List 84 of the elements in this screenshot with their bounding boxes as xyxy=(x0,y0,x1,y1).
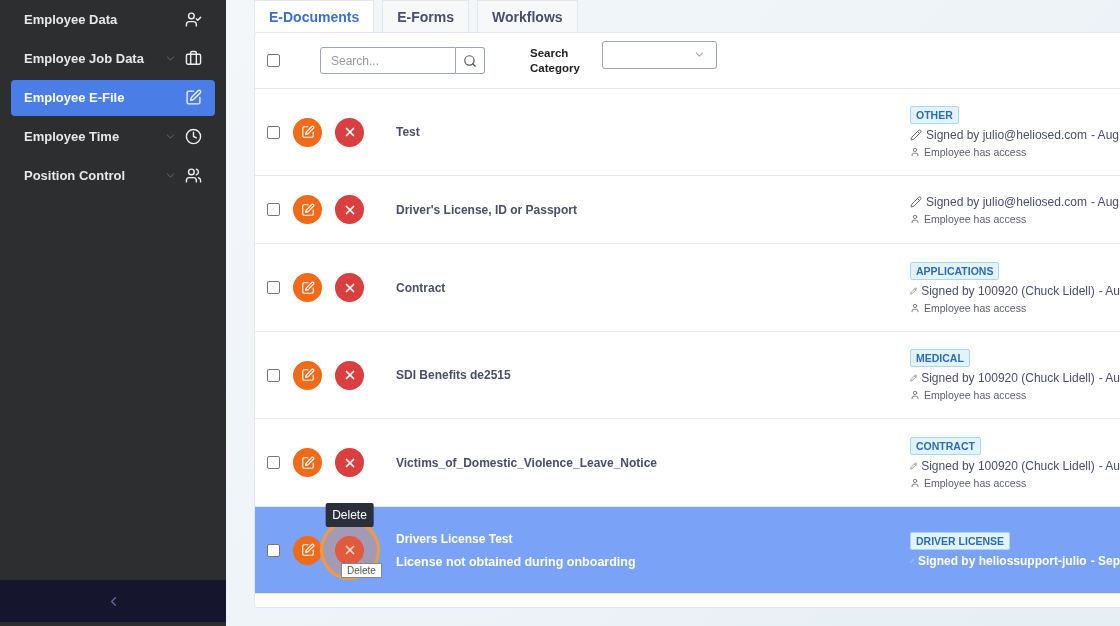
tab[interactable]: Workflows xyxy=(477,0,578,32)
access-text: Employee has access xyxy=(924,389,1027,401)
person-icon xyxy=(910,302,920,313)
edit-button[interactable] xyxy=(293,195,322,224)
date-text: - Au xyxy=(1098,371,1120,385)
access-text: Employee has access xyxy=(924,301,1027,314)
delete-button[interactable] xyxy=(335,117,364,147)
search-icon xyxy=(463,53,477,68)
delete-button[interactable] xyxy=(335,360,364,390)
category-tag: MEDICAL xyxy=(910,349,970,367)
date-text: - Aug xyxy=(1090,128,1119,142)
delete-button[interactable] xyxy=(335,448,364,477)
row-checkbox[interactable] xyxy=(267,368,280,382)
person-icon xyxy=(910,390,920,400)
signed-by-text: Signed by 100920 (Chuck Lidell) xyxy=(921,371,1095,385)
document-note: License not obtained during onboarding xyxy=(396,554,637,569)
document-title: Victims_of_Domestic_Violence_Leave_Notice xyxy=(396,455,659,470)
row-checkbox[interactable] xyxy=(267,203,280,216)
signed-by-text: Signed by 100920 (Chuck Lidell) xyxy=(921,283,1095,298)
date-text: - Aug xyxy=(1090,194,1119,209)
tooltip: Delete xyxy=(325,502,374,527)
delete-button[interactable] xyxy=(335,195,364,224)
access-text: Employee has access xyxy=(924,146,1027,158)
edit-icon xyxy=(300,543,315,557)
pencil-icon xyxy=(910,372,918,384)
pencil-icon xyxy=(910,195,922,208)
search-category-label: Search Category xyxy=(530,45,581,76)
nav-icon xyxy=(185,50,202,67)
edit-icon xyxy=(300,455,315,470)
row-checkbox[interactable] xyxy=(267,543,280,557)
nav-icon xyxy=(185,89,202,106)
edit-button[interactable] xyxy=(293,273,322,302)
tooltip-hint: Delete xyxy=(341,562,382,578)
document-title: Test xyxy=(396,125,421,139)
row-checkbox[interactable] xyxy=(267,125,280,139)
edit-icon xyxy=(300,202,315,217)
date-text: - Au xyxy=(1098,283,1120,298)
signed-by-text: Signed by julio@heliosed.com xyxy=(926,194,1087,209)
document-title: Drivers License Test xyxy=(396,531,514,546)
edit-button[interactable] xyxy=(293,535,322,565)
edit-icon xyxy=(300,368,315,382)
edit-icon xyxy=(300,125,315,139)
search-field[interactable]: Search... xyxy=(320,47,456,74)
nav-icon xyxy=(185,128,202,145)
row-checkbox[interactable] xyxy=(267,456,280,469)
delete-button[interactable] xyxy=(335,535,364,565)
person-icon xyxy=(910,147,920,157)
select-all-checkbox[interactable] xyxy=(267,54,280,67)
sidebar-item[interactable]: Employee E-File xyxy=(11,79,215,116)
tab[interactable]: E-Forms xyxy=(382,0,470,32)
sidebar-item[interactable]: Employee Data xyxy=(11,1,215,38)
pencil-icon xyxy=(910,459,918,472)
pencil-icon xyxy=(910,129,922,141)
pencil-icon xyxy=(910,284,918,297)
search-button[interactable] xyxy=(456,47,485,74)
document-title: SDI Benefits de2515 xyxy=(396,368,512,382)
row-checkbox[interactable] xyxy=(267,281,280,294)
category-tag: CONTRACT xyxy=(910,436,981,455)
edit-button[interactable] xyxy=(293,448,322,477)
sidebar-item[interactable]: Employee Time xyxy=(11,118,215,155)
document-title: Contract xyxy=(396,280,447,295)
person-icon xyxy=(910,477,920,488)
nav-icon xyxy=(185,11,202,28)
category-dropdown[interactable] xyxy=(602,40,717,69)
category-tag: DRIVER LICENSE xyxy=(910,532,1011,550)
edit-button[interactable] xyxy=(293,360,322,390)
nav-icon xyxy=(185,167,202,184)
tab[interactable]: E-Documents xyxy=(254,0,375,32)
edit-button[interactable] xyxy=(293,117,322,147)
access-text: Employee has access xyxy=(924,476,1027,489)
delete-button[interactable] xyxy=(335,273,364,302)
person-icon xyxy=(910,213,920,224)
category-tag: APPLICATIONS xyxy=(910,261,1000,280)
access-text: Employee has access xyxy=(924,212,1027,225)
document-title: Driver's License, ID or Passport xyxy=(396,202,578,217)
sidebar-item[interactable]: Employee Job Data xyxy=(11,40,215,77)
date-text: - Au xyxy=(1098,458,1120,473)
signed-by-text: Signed by heliossupport-julio xyxy=(918,554,1087,568)
sidebar-item[interactable]: Position Control xyxy=(11,157,215,194)
signed-by-text: Signed by 100920 (Chuck Lidell) xyxy=(921,458,1095,473)
edit-icon xyxy=(300,280,315,295)
signed-by-text: Signed by julio@heliosed.com xyxy=(926,128,1087,142)
category-tag: OTHER xyxy=(910,106,959,124)
date-text: - Sep xyxy=(1090,554,1120,568)
